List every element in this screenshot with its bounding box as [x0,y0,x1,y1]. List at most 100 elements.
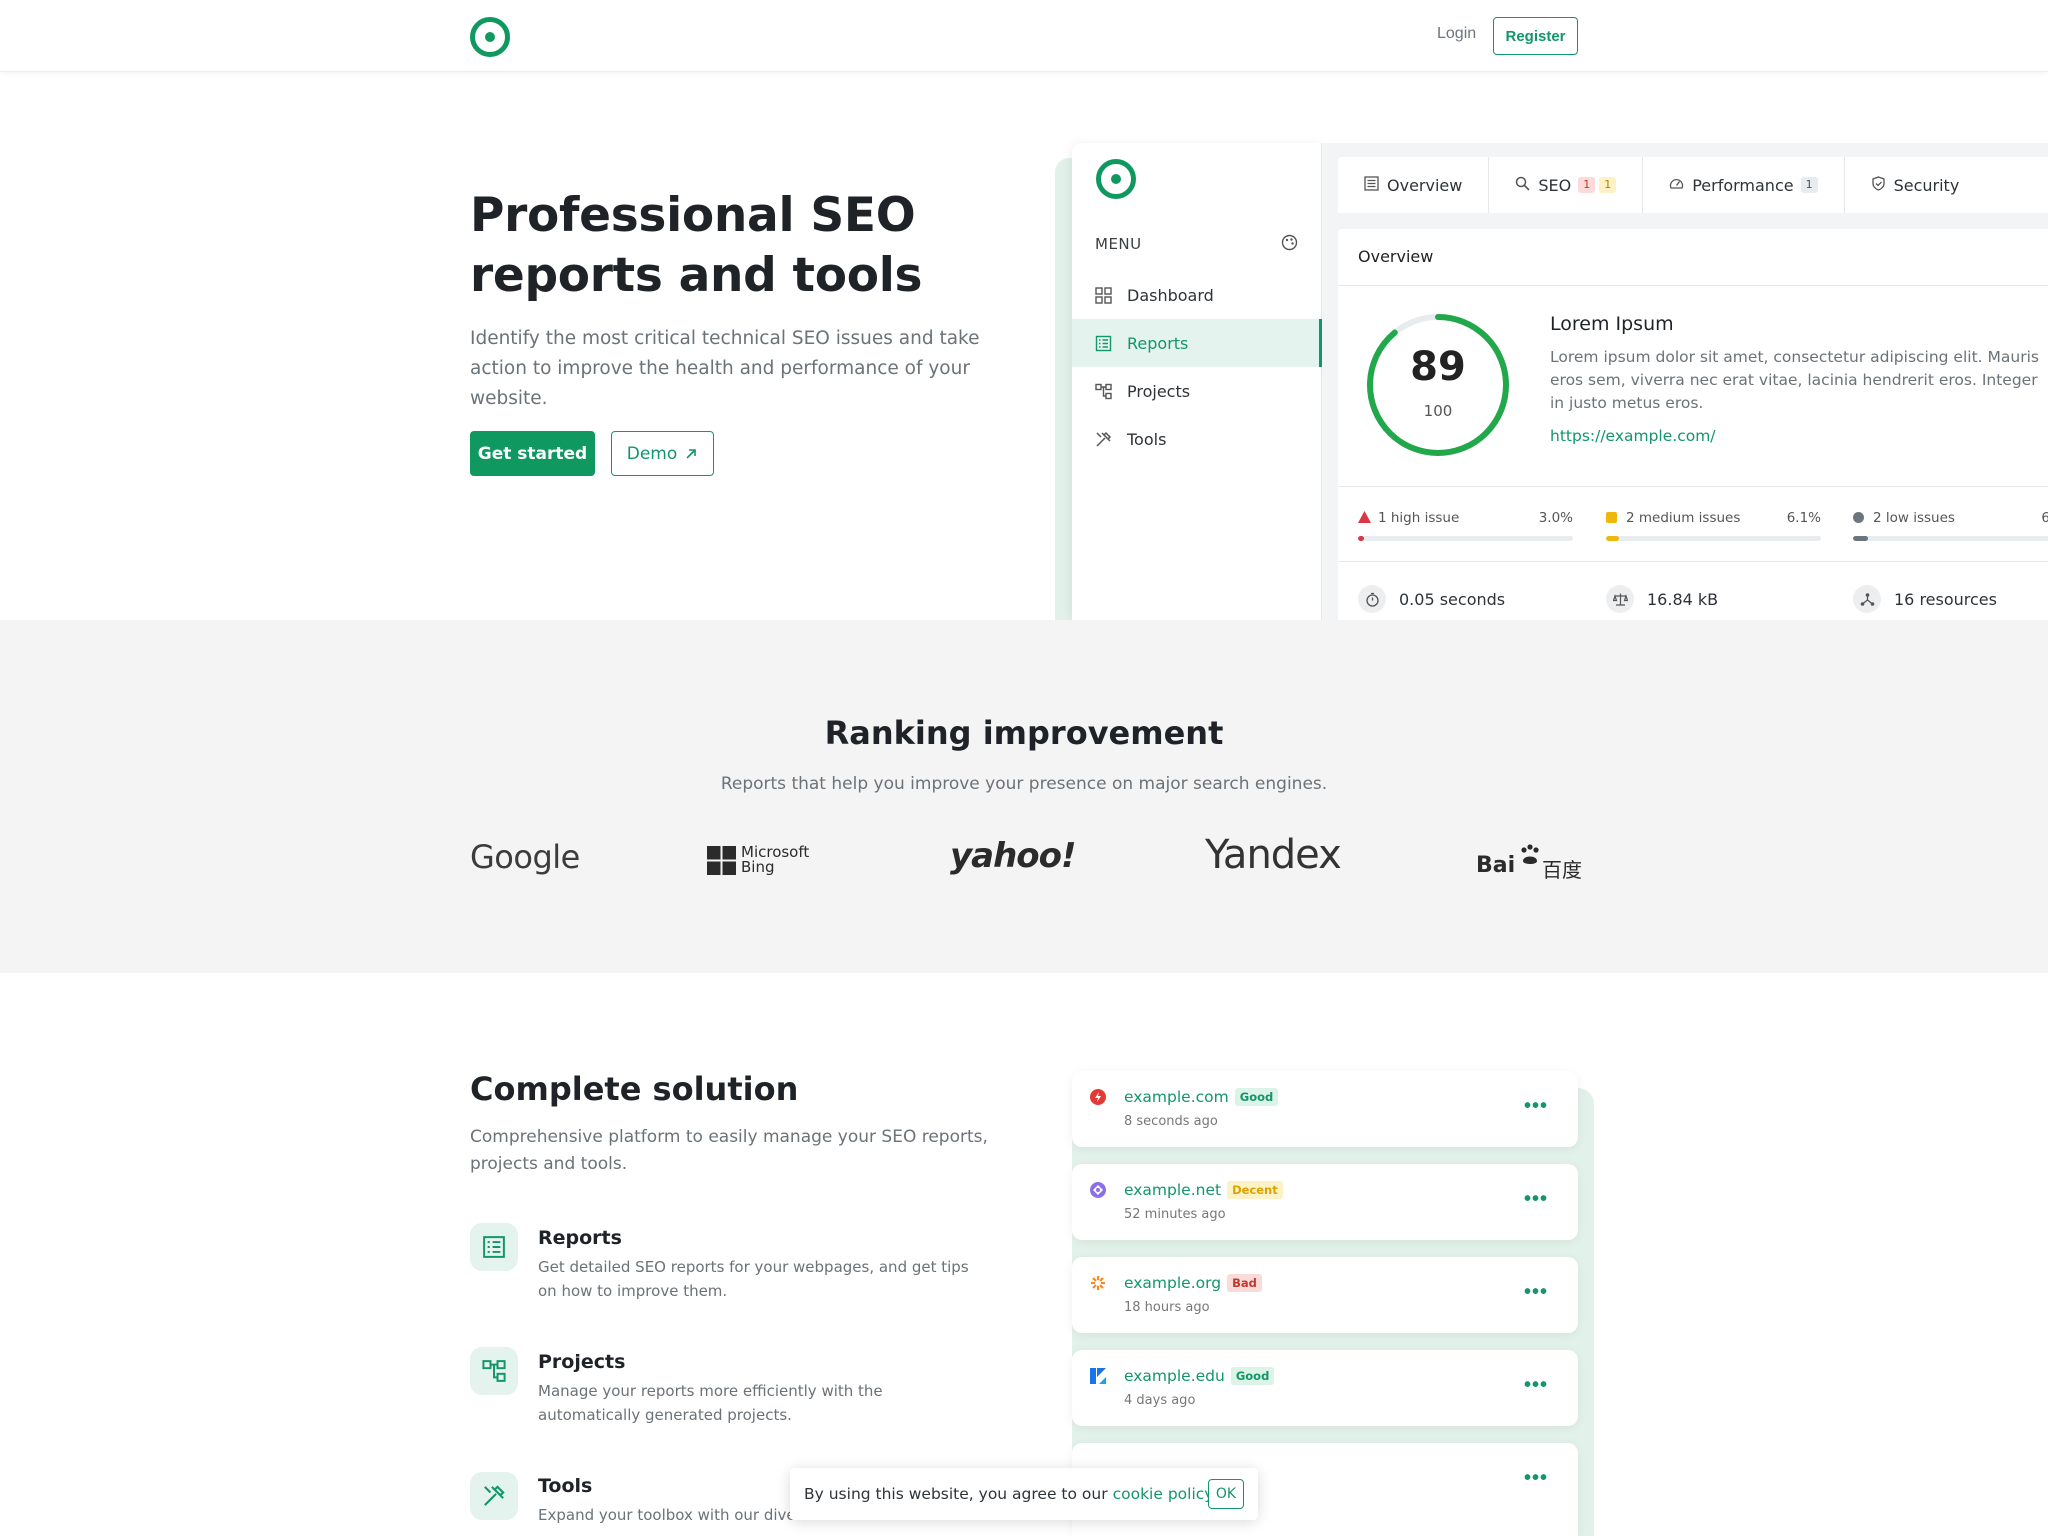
cookie-policy-link[interactable]: cookie policy. [1113,1485,1217,1503]
site-url-link[interactable]: https://example.com/ [1550,427,1716,445]
yandex-logo: Yandex [1205,832,1342,878]
divider [1338,285,2048,286]
menu-item-label: Projects [1127,381,1191,401]
site-timestamp: 4 days ago [1124,1393,1196,1408]
demo-label: Demo [626,443,678,464]
get-started-button[interactable]: Get started [470,431,595,476]
status-badge: Bad [1227,1274,1262,1292]
stat-label: 0.05 seconds [1399,589,1506,609]
site-timestamp: 18 hours ago [1124,1300,1210,1315]
high-issue-badge: 1 [1578,177,1596,193]
more-options-icon[interactable]: ••• [1524,1467,1548,1490]
projects-icon [482,1360,506,1382]
ranking-subtitle: Reports that help you improve your prese… [720,774,1328,794]
issue-track [1853,536,2048,541]
paw-icon [1521,844,1539,864]
site-description: Lorem ipsum dolor sit amet, consectetur … [1550,348,2039,412]
stat-load-time: 0.05 seconds [1358,584,1505,614]
baidu-logo-latin: Bai [1476,853,1516,878]
report-icon [1094,334,1112,352]
logo-icon[interactable] [470,17,510,57]
solution-subtitle: Comprehensive platform to easily manage … [470,1127,988,1174]
google-logo: Google [470,838,580,876]
tab-label: Performance [1692,175,1794,195]
baidu-logo-chinese: 百度 [1542,858,1582,882]
score-max: 100 [1423,402,1453,420]
login-link[interactable]: Login [1437,25,1476,43]
tools-icon [1094,430,1112,448]
menu-item-tools[interactable]: Tools [1072,415,1322,463]
tab-performance[interactable]: Performance 1 [1643,157,1845,213]
issue-label: 1 high issue [1378,510,1460,526]
arrow-up-right-icon [686,448,697,459]
site-domain[interactable]: example.edu [1124,1367,1225,1385]
speed-icon [1669,176,1684,195]
issue-track [1358,536,1573,541]
site-domain[interactable]: example.com [1124,1088,1229,1106]
menu-label: MENU [1095,235,1142,253]
issue-fill [1358,536,1365,541]
issue-percent: 6.1% [1786,510,1821,526]
issue-low: 2 low issues 6 [1853,508,2048,544]
menu-item-label: Reports [1127,333,1189,353]
scale-icon [1606,585,1634,613]
performance-badge: 1 [1800,177,1818,193]
tab-label: SEO [1538,175,1572,195]
top-navbar: Login Register [0,0,2048,72]
feature-projects-title: Projects [538,1351,626,1373]
tab-label: Security [1893,175,1960,195]
site-card[interactable]: example.net Decent 52 minutes ago ••• [1072,1164,1578,1240]
menu-item-dashboard[interactable]: Dashboard [1072,271,1322,319]
issue-label: 2 low issues [1873,510,1955,526]
tab-overview[interactable]: Overview [1338,157,1490,213]
site-card[interactable]: example.edu Good 4 days ago ••• [1072,1350,1578,1426]
menu-item-reports[interactable]: Reports [1072,319,1322,367]
menu-item-projects[interactable]: Projects [1072,367,1322,415]
demo-button[interactable]: Demo [611,431,714,476]
triangle-alert-icon [1358,511,1371,523]
feature-reports-title: Reports [538,1227,622,1249]
issue-label: 2 medium issues [1626,510,1741,526]
stat-page-size: 16.84 kB [1606,584,1718,614]
site-domain[interactable]: example.net [1124,1181,1221,1199]
issue-percent: 6 [2041,510,2048,526]
menu-item-label: Dashboard [1127,285,1214,305]
tools-icon [484,1485,505,1506]
circle-info-icon [1853,512,1864,523]
more-options-icon[interactable]: ••• [1524,1188,1548,1211]
site-card[interactable]: example.com Good 8 seconds ago ••• [1072,1071,1578,1147]
more-options-icon[interactable]: ••• [1524,1374,1548,1397]
square-warning-icon [1606,512,1617,523]
site-domain[interactable]: example.org [1124,1274,1221,1292]
cookie-banner: By using this website, you agree to our … [790,1468,1258,1520]
divider [1338,561,2048,562]
projects-icon [1094,382,1112,400]
divider [1338,486,2048,487]
feature-projects-icon [470,1347,518,1395]
cookie-ok-button[interactable]: OK [1208,1479,1244,1509]
hero-subtitle: Identify the most critical technical SEO… [470,328,980,409]
resources-icon [1853,585,1881,613]
issue-high: 1 high issue 3.0% [1358,508,1573,544]
bing-logo-line2: Bing [741,858,775,876]
app-logo-icon[interactable] [1096,159,1136,199]
stopwatch-icon [1358,585,1386,613]
tab-seo[interactable]: SEO 1 1 [1489,157,1644,213]
stat-resources: 16 resources [1853,584,1997,614]
solution-title: Complete solution [470,1070,799,1108]
palette-icon[interactable] [1281,234,1298,251]
search-icon [1515,176,1530,195]
site-card[interactable]: example.org Bad 18 hours ago ••• [1072,1257,1578,1333]
feature-tools-title: Tools [538,1475,593,1497]
more-options-icon[interactable]: ••• [1524,1281,1548,1304]
tab-security[interactable]: Security [1845,157,1986,213]
menu-item-label: Tools [1127,429,1167,449]
favicon-icon [1090,1089,1106,1105]
report-icon [483,1236,505,1258]
report-tabs: Overview SEO 1 1 Performance 1 Security [1338,157,2048,213]
more-options-icon[interactable]: ••• [1524,1095,1548,1118]
register-button[interactable]: Register [1493,17,1578,55]
favicon-icon [1090,1182,1106,1198]
feature-projects-desc: Manage your reports more efficiently wit… [538,1382,883,1424]
status-badge: Good [1230,1367,1275,1385]
